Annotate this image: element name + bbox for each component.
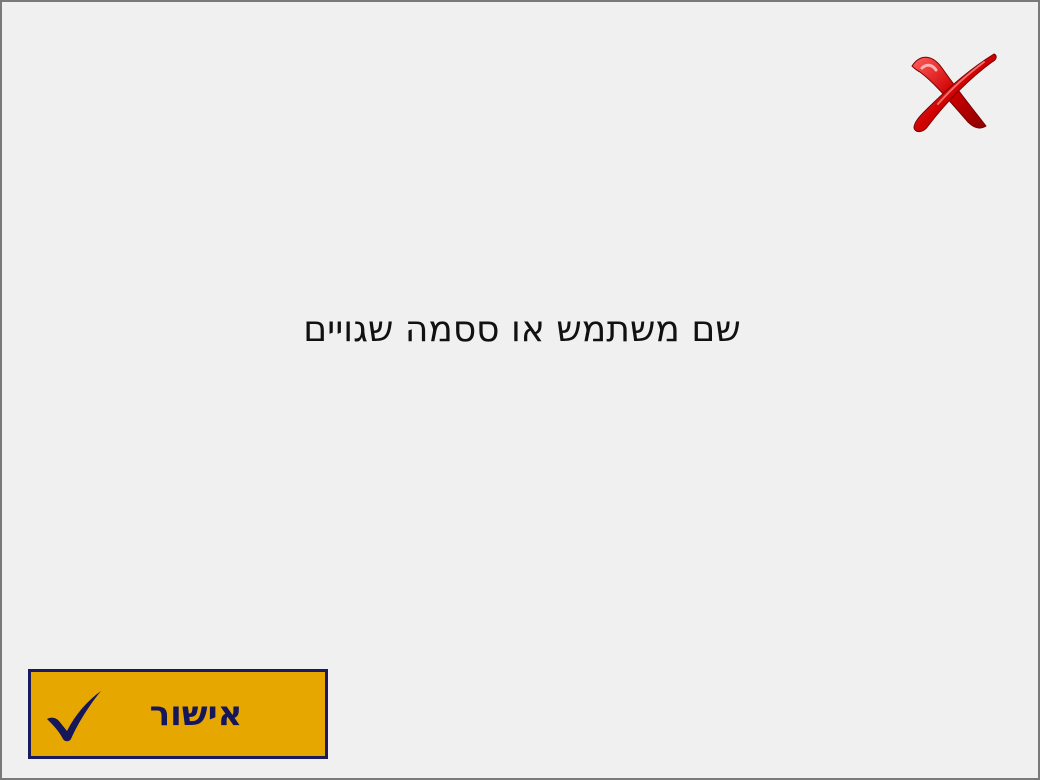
close-icon: [906, 48, 1000, 138]
error-message: שם משתמש או ססמה שגויים: [303, 309, 741, 350]
close-button[interactable]: [906, 48, 1000, 138]
ok-button-label: אישור: [149, 694, 243, 734]
checkmark-icon: [45, 689, 103, 743]
ok-button[interactable]: אישור: [28, 669, 328, 759]
error-dialog: שם משתמש או ססמה שגויים אישור: [0, 0, 1040, 780]
